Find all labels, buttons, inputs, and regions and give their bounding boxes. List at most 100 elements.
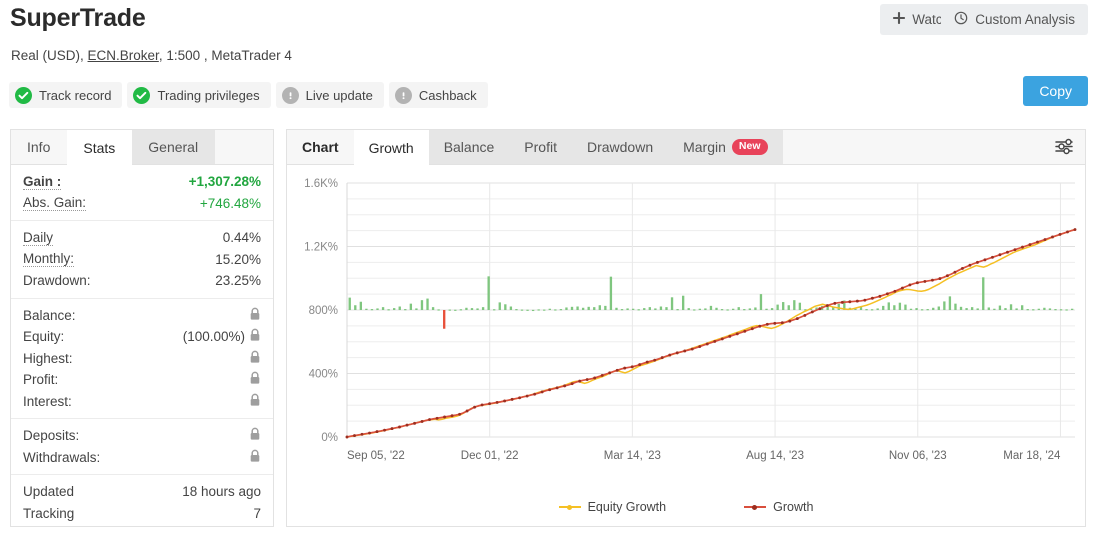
stat-label-gain[interactable]: Gain :: [23, 174, 61, 190]
broker-link[interactable]: ECN.Broker: [88, 48, 159, 63]
series-point: [556, 386, 559, 389]
chart-settings-button[interactable]: [1049, 134, 1079, 161]
monthly-gain-bar: [354, 305, 356, 310]
monthly-gain-bar: [476, 308, 478, 310]
series-point: [743, 330, 746, 333]
series-point: [616, 369, 619, 372]
monthly-gain-bar: [615, 308, 617, 310]
series-point: [638, 363, 641, 366]
tab-growth[interactable]: Growth: [354, 130, 429, 166]
legend-label-growth: Growth: [773, 500, 813, 514]
series-point: [998, 253, 1001, 256]
series-point: [548, 388, 551, 391]
monthly-gain-bar: [654, 308, 656, 310]
monthly-gain-bar: [549, 309, 551, 310]
tab-profit[interactable]: Profit: [509, 130, 572, 164]
growth-chart-svg[interactable]: 1.6K%1.2K%800%400%0%Sep 05, '22Dec 01, '…: [287, 165, 1085, 485]
monthly-gain-bar: [593, 307, 595, 310]
monthly-gain-bar: [743, 309, 745, 310]
monthly-gain-bar: [1015, 308, 1017, 310]
stat-row-withdrawals: Withdrawals:: [23, 447, 261, 469]
monthly-gain-bar: [610, 277, 612, 310]
status-badge-cashback[interactable]: Cashback: [389, 82, 488, 108]
tab-drawdown[interactable]: Drawdown: [572, 130, 668, 164]
series-point: [953, 271, 956, 274]
page-title: SuperTrade: [10, 4, 146, 33]
series-point: [1044, 238, 1047, 241]
tab-margin[interactable]: Margin New: [668, 130, 782, 164]
stat-row-tracking: Tracking 7: [23, 503, 261, 525]
sidebar-tab-info[interactable]: Info: [11, 130, 67, 164]
series-point: [676, 351, 679, 354]
monthly-gain-bar: [1043, 308, 1045, 310]
monthly-gain-bar: [565, 307, 567, 310]
series-point: [968, 264, 971, 267]
series-point: [781, 321, 784, 324]
status-badge-live-update[interactable]: Live update: [276, 82, 384, 108]
series-point: [361, 433, 364, 436]
stats-sidebar: Info Stats General Gain : +1,307.28% Abs…: [10, 129, 274, 527]
monthly-gain-bar: [410, 304, 412, 310]
legend-swatch-equity-growth: [559, 506, 581, 508]
stat-value-text: (100.00%): [183, 329, 245, 344]
y-axis-tick-label: 400%: [309, 369, 338, 381]
monthly-gain-bar: [510, 307, 512, 310]
stat-value-interest: [245, 393, 261, 410]
custom-analysis-label: Custom Analysis: [975, 12, 1075, 27]
sidebar-tab-general[interactable]: General: [132, 130, 215, 164]
monthly-gain-bar: [471, 308, 473, 310]
monthly-gain-bar: [560, 309, 562, 310]
series-point: [518, 396, 521, 399]
account-profile-page: SuperTrade Real (USD), ECN.Broker, 1:500…: [0, 0, 1096, 533]
tab-chart[interactable]: Chart: [287, 130, 354, 164]
stats-group-account: Balance: Equity: (100.00%): [23, 299, 261, 419]
series-point: [1036, 241, 1039, 244]
stat-label-abs-gain[interactable]: Abs. Gain:: [23, 195, 86, 211]
series-point: [608, 371, 611, 374]
y-axis-tick-label: 1.2K%: [304, 242, 338, 254]
status-badge-trading-privileges[interactable]: Trading privileges: [127, 82, 270, 108]
monthly-gain-bar: [954, 304, 956, 310]
stat-label-equity: Equity:: [23, 329, 64, 344]
lock-icon: [249, 449, 261, 466]
lock-icon: [249, 307, 261, 324]
series-line: [347, 230, 1075, 437]
series-point: [428, 418, 431, 421]
series-point: [488, 402, 491, 405]
stat-label-monthly[interactable]: Monthly:: [23, 251, 74, 267]
check-circle-icon: [15, 87, 32, 104]
lock-icon: [249, 350, 261, 367]
monthly-gain-bar: [1054, 309, 1056, 310]
stat-value-gain: +1,307.28%: [189, 174, 261, 189]
monthly-gain-bar: [915, 308, 917, 310]
stat-row-abs-gain: Abs. Gain: +746.48%: [23, 193, 261, 215]
monthly-gain-bar: [993, 309, 995, 310]
y-axis-tick-label: 800%: [309, 305, 338, 317]
monthly-gain-bar: [465, 308, 467, 310]
series-point: [406, 424, 409, 427]
monthly-gain-bar: [899, 303, 901, 310]
custom-analysis-button[interactable]: Custom Analysis: [941, 4, 1088, 35]
monthly-gain-bar: [1027, 309, 1029, 310]
monthly-gain-bar: [360, 302, 362, 310]
monthly-gain-bar: [443, 310, 445, 329]
tab-balance[interactable]: Balance: [429, 130, 510, 164]
monthly-gain-bar: [876, 308, 878, 310]
tab-margin-label: Margin: [683, 139, 726, 155]
copy-button[interactable]: Copy: [1023, 76, 1088, 106]
status-badge-track-record[interactable]: Track record: [9, 82, 122, 108]
monthly-gain-bar: [921, 309, 923, 310]
monthly-gain-bar: [1071, 309, 1073, 310]
monthly-gain-bar: [788, 305, 790, 310]
series-point: [578, 380, 581, 383]
stat-row-drawdown: Drawdown: 23.25%: [23, 270, 261, 292]
stat-label-daily[interactable]: Daily: [23, 230, 53, 246]
series-point: [466, 410, 469, 413]
series-point: [601, 374, 604, 377]
legend-item-equity-growth[interactable]: Equity Growth: [559, 500, 667, 514]
sidebar-tab-stats[interactable]: Stats: [67, 130, 132, 166]
sidebar-tabbar: Info Stats General: [11, 130, 273, 165]
series-point: [646, 361, 649, 364]
legend-item-growth[interactable]: Growth: [744, 500, 813, 514]
stat-value-profit: [245, 371, 261, 388]
